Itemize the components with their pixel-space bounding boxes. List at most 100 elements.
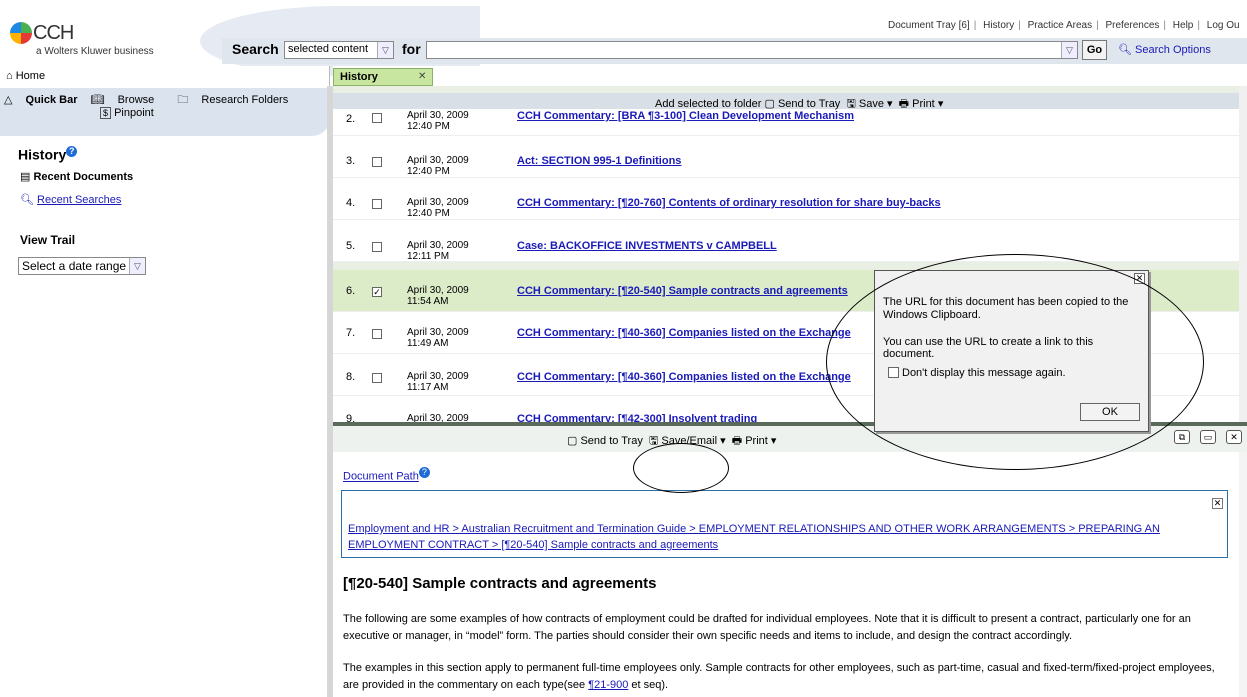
top-link-document-tray[interactable]: Document Tray [6]: [888, 20, 970, 31]
row-number: 7.: [346, 327, 356, 339]
recent-searches-link[interactable]: 🔍︎ Recent Searches: [20, 193, 121, 206]
row-date-time: 11:49 AM: [407, 338, 449, 349]
row-checkbox[interactable]: [372, 242, 382, 252]
paragraph: The following are some examples of how c…: [343, 613, 1191, 642]
go-button[interactable]: Go: [1082, 40, 1107, 60]
print-button[interactable]: Print: [912, 98, 935, 110]
row-title-link[interactable]: CCH Commentary: [¶40-360] Companies list…: [517, 371, 851, 383]
close-icon[interactable]: ✕: [1226, 430, 1242, 444]
row-date-day: April 30, 2009: [407, 327, 469, 338]
row-checkbox[interactable]: ✓: [372, 287, 382, 297]
document-scrollbar[interactable]: [1239, 452, 1247, 697]
save-icon: 🖫: [846, 98, 856, 110]
chevron-down-icon[interactable]: ▾: [720, 435, 726, 447]
print-icon: 🖶: [731, 435, 743, 447]
search-input[interactable]: ▽: [426, 41, 1078, 59]
chevron-down-icon[interactable]: ▾: [887, 98, 893, 110]
add-to-folder-label[interactable]: Add selected to folder: [655, 98, 761, 110]
paragraph-text: The examples in this section apply to pe…: [343, 662, 1215, 691]
top-link-preferences[interactable]: Preferences: [1105, 20, 1159, 31]
triangle-icon: △: [4, 94, 13, 106]
paragraph: The examples in this section apply to pe…: [343, 660, 1233, 694]
row-date-day: April 30, 2009: [407, 371, 469, 382]
row-date-time: 12:40 PM: [407, 121, 450, 132]
help-icon[interactable]: ?: [66, 146, 78, 157]
annotation-ellipse: [826, 254, 1204, 470]
document-title: [¶20-540] Sample contracts and agreement…: [343, 575, 657, 592]
top-link-history[interactable]: History: [983, 20, 1014, 31]
chevron-down-icon[interactable]: ▽: [1061, 42, 1077, 58]
history-scrollbar[interactable]: [1239, 86, 1247, 422]
row-date-time: 12:40 PM: [407, 208, 450, 219]
search-scope-select[interactable]: selected content ▽: [284, 41, 394, 59]
top-link-help[interactable]: Help: [1173, 20, 1194, 31]
row-date: April 30, 2009 11:17 AM: [407, 371, 469, 393]
magnifier-icon: 🔍︎: [20, 194, 34, 206]
research-folders-tab[interactable]: 🗀 Research Folders: [177, 94, 298, 106]
chevron-down-icon[interactable]: ▾: [938, 98, 944, 110]
row-checkbox[interactable]: [372, 157, 382, 167]
cross-reference-link[interactable]: ¶21-900: [588, 679, 628, 691]
chevron-down-icon[interactable]: ▽: [129, 258, 145, 274]
close-icon[interactable]: ✕: [418, 71, 426, 82]
browse-tab[interactable]: 📖︎ Browse: [91, 94, 165, 106]
close-icon[interactable]: ✕: [1212, 498, 1223, 509]
row-checkbox[interactable]: [372, 199, 382, 209]
row-date-time: 11:54 AM: [407, 296, 449, 307]
logo-text: CCH: [33, 22, 74, 44]
row-checkbox[interactable]: [372, 329, 382, 339]
row-date: April 30, 2009 12:40 PM: [407, 110, 469, 132]
document-icon: ▤: [20, 171, 31, 183]
row-date-time: 12:11 PM: [407, 251, 450, 262]
chevron-down-icon[interactable]: ▾: [771, 435, 777, 447]
home-icon: ⌂: [6, 70, 13, 82]
row-date-time: 11:17 AM: [407, 382, 449, 393]
document-path-link[interactable]: Document Path?: [343, 467, 430, 483]
breadcrumb[interactable]: Employment and HR > Australian Recruitme…: [348, 521, 1218, 553]
date-range-select[interactable]: Select a date range ▽: [18, 257, 146, 275]
quickbar-tab[interactable]: △ Quick Bar: [4, 94, 78, 106]
home-label: Home: [15, 70, 46, 82]
quickbar-label: Quick Bar: [25, 94, 78, 106]
magnifier-icon: 🔍︎: [1118, 44, 1132, 56]
top-link-practice-areas[interactable]: Practice Areas: [1028, 20, 1092, 31]
chevron-down-icon[interactable]: ▽: [377, 42, 393, 58]
row-date-day: April 30, 2009: [407, 240, 469, 251]
cch-logo-icon: [10, 22, 32, 44]
for-label: for: [402, 41, 421, 57]
row-title-link[interactable]: Act: SECTION 995-1 Definitions: [517, 155, 681, 167]
book-icon: 📖︎: [90, 94, 105, 106]
home-link[interactable]: ⌂ Home: [0, 66, 330, 86]
annotation-ellipse: [633, 443, 729, 493]
search-options-link[interactable]: 🔍︎ Search Options: [1118, 43, 1211, 56]
quickbar-tabs: △ Quick Bar 📖︎ Browse 🗀 Research Folders: [4, 91, 308, 110]
row-title-link[interactable]: CCH Commentary: [¶40-360] Companies list…: [517, 327, 851, 339]
row-number: 6.: [346, 285, 356, 297]
top-link-logout[interactable]: Log Ou: [1207, 20, 1240, 31]
row-title-link[interactable]: CCH Commentary: [¶20-540] Sample contrac…: [517, 285, 848, 297]
pinpoint-tab[interactable]: $ Pinpoint: [100, 107, 154, 119]
save-button[interactable]: Save: [859, 98, 884, 110]
row-number: 5.: [346, 240, 356, 252]
row-checkbox[interactable]: [372, 113, 382, 123]
history-heading: History?: [18, 146, 78, 163]
folder-icon: 🗀: [177, 94, 189, 106]
search-label: Search: [232, 41, 279, 57]
send-to-tray-button[interactable]: Send to Tray: [778, 98, 840, 110]
recent-documents-link[interactable]: ▤ Recent Documents: [20, 170, 133, 183]
print-button[interactable]: Print: [745, 435, 768, 447]
send-to-tray-button[interactable]: Send to Tray: [580, 435, 642, 447]
maximize-icon[interactable]: ▭: [1200, 430, 1216, 444]
print-icon: 🖶: [898, 98, 910, 110]
row-checkbox[interactable]: [372, 373, 382, 383]
browse-label: Browse: [117, 94, 155, 106]
row-title-link[interactable]: Case: BACKOFFICE INVESTMENTS v CAMPBELL: [517, 240, 777, 252]
link-icon[interactable]: ⧉: [1174, 430, 1190, 444]
row-date-day: April 30, 2009: [407, 285, 469, 296]
row-title-link[interactable]: CCH Commentary: [¶20-760] Contents of or…: [517, 197, 941, 209]
research-folders-label: Research Folders: [201, 94, 289, 106]
recent-searches-label: Recent Searches: [37, 194, 122, 206]
pinpoint-icon: $: [100, 107, 112, 119]
paragraph-text: et seq).: [628, 679, 669, 691]
help-icon[interactable]: ?: [418, 467, 430, 478]
